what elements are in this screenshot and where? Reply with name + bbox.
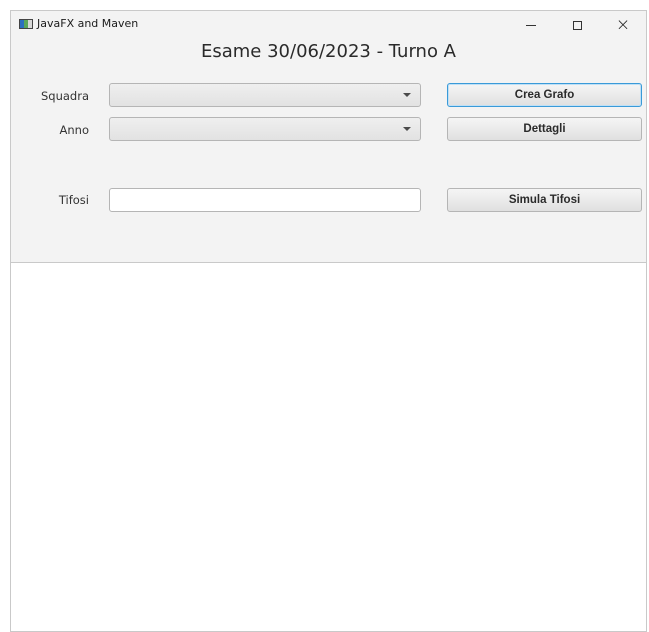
- squadra-combobox[interactable]: [109, 83, 421, 107]
- tifosi-label: Tifosi: [58, 193, 89, 207]
- dettagli-button[interactable]: Dettagli: [447, 117, 642, 141]
- maximize-button[interactable]: [554, 11, 600, 39]
- tifosi-input[interactable]: [109, 188, 421, 212]
- maximize-icon: [572, 20, 582, 30]
- chevron-down-icon: [403, 93, 411, 97]
- squadra-label: Squadra: [40, 89, 89, 103]
- crea-grafo-button[interactable]: Crea Grafo: [447, 83, 642, 107]
- anno-label: Anno: [59, 123, 89, 137]
- window-title: JavaFX and Maven: [37, 17, 139, 30]
- minimize-button[interactable]: [508, 11, 554, 39]
- title-bar[interactable]: JavaFX and Maven ×: [11, 11, 646, 39]
- minimize-icon: [526, 24, 536, 26]
- page-title: Esame 30/06/2023 - Turno A: [200, 41, 456, 62]
- close-button[interactable]: ×: [600, 11, 646, 39]
- anno-combobox[interactable]: [109, 117, 421, 141]
- simula-tifosi-button[interactable]: Simula Tifosi: [447, 188, 642, 212]
- javafx-app-icon: [19, 19, 33, 29]
- chevron-down-icon: [403, 127, 411, 131]
- app-window: JavaFX and Maven × Esame 30/06/2023 - Tu…: [10, 10, 647, 632]
- output-text-area[interactable]: [11, 262, 646, 631]
- close-icon: ×: [615, 14, 631, 35]
